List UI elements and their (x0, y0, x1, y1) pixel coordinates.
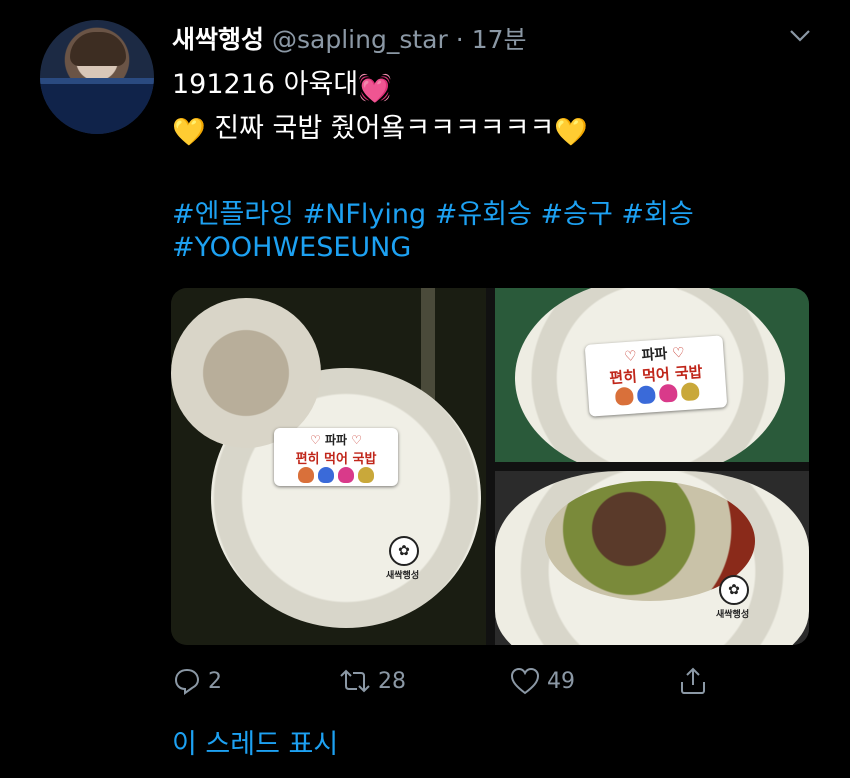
logo-label: 새싹행성 (716, 610, 750, 620)
sprout-logo-icon: ✿ (719, 575, 749, 605)
sticker-card: ♡ 파파 ♡ 편히 먹어 국밥 (274, 428, 398, 486)
card-faces (274, 467, 398, 483)
yellow-heart-emoji-icon: 💛 (172, 117, 206, 148)
avatar-hair (70, 32, 126, 66)
card-title: 파파 (641, 346, 668, 364)
hashtag-link[interactable]: #YOOHWESEUNG (172, 232, 411, 263)
retweet-count: 28 (378, 668, 406, 694)
separator-dot: · (455, 25, 464, 54)
retweet-button[interactable]: 28 (338, 666, 406, 696)
hashtag-line-1: #엔플라잉 #NFlying #유회승 #승구 #회승 (172, 192, 694, 231)
bowl-cap (171, 298, 321, 448)
sticker-card: ♡ 파파 ♡ 편히 먹어 국밥 (584, 335, 728, 417)
hashtag-link[interactable]: #회승 (621, 199, 693, 230)
like-count: 49 (547, 668, 575, 694)
hashtag-link[interactable]: #엔플라잉 (172, 199, 294, 230)
logo-label: 새싹행성 (386, 571, 420, 581)
card-subtitle: 편히 먹어 국밥 (295, 452, 377, 467)
share-icon (681, 667, 705, 694)
tweet-text-date: 191216 아육대 (172, 69, 359, 100)
reply-button[interactable]: 2 (172, 666, 222, 696)
reply-icon (174, 668, 200, 695)
card-heart-right: ♡ (671, 344, 686, 362)
retweet-icon (340, 669, 370, 693)
hashtag-link[interactable]: #유회승 (435, 199, 532, 230)
share-button[interactable] (678, 666, 708, 696)
media-grid: ♡ 파파 ♡ 편히 먹어 국밥 ✿ 새싹행성 ♡ 파파 ♡ 편히 먹어 국밥 ✿… (171, 288, 809, 645)
photo-top-right[interactable]: ♡ 파파 ♡ 편히 먹어 국밥 (495, 288, 809, 462)
show-thread-link[interactable]: 이 스레드 표시 (172, 722, 338, 761)
hashtag-line-2: #YOOHWESEUNG (172, 232, 411, 263)
like-button[interactable]: 49 (509, 666, 575, 696)
tweet-text-body: 진짜 국밥 줬어욬ㅋㅋㅋㅋㅋㅋ (214, 113, 555, 144)
tweet-text-line-1: 191216 아육대💓 (172, 62, 392, 104)
hashtag-link[interactable]: #NFlying (303, 199, 427, 230)
heart-icon (510, 667, 540, 695)
heart-emoji-icon: 💓 (358, 73, 392, 104)
avatar-rim (40, 78, 154, 134)
tweet-text-line-2: 💛 진짜 국밥 줬어욬ㅋㅋㅋㅋㅋㅋ💛 (172, 106, 588, 148)
card-heart-left: ♡ (623, 348, 638, 366)
tweet-header: 새싹행성 @sapling_star · 17분 (172, 20, 527, 54)
yellow-heart-emoji-icon: 💛 (554, 117, 588, 148)
display-name[interactable]: 새싹행성 (172, 20, 264, 56)
hashtag-link[interactable]: #승구 (541, 199, 613, 230)
photo-left[interactable]: ♡ 파파 ♡ 편히 먹어 국밥 ✿ 새싹행성 (171, 288, 486, 645)
avatar[interactable] (40, 20, 154, 134)
user-handle[interactable]: @sapling_star (272, 25, 448, 54)
card-heart-left: ♡ (310, 433, 321, 447)
reply-count: 2 (208, 668, 222, 694)
action-bar: 2 28 49 (172, 666, 712, 700)
card-heart-right: ♡ (351, 433, 362, 447)
sprout-logo-icon: ✿ (389, 536, 419, 566)
photo-bottom-right[interactable]: ✿ 새싹행성 (495, 471, 809, 645)
timestamp[interactable]: 17분 (472, 20, 527, 56)
chevron-down-icon[interactable] (788, 26, 812, 46)
card-title: 파파 (324, 433, 348, 447)
